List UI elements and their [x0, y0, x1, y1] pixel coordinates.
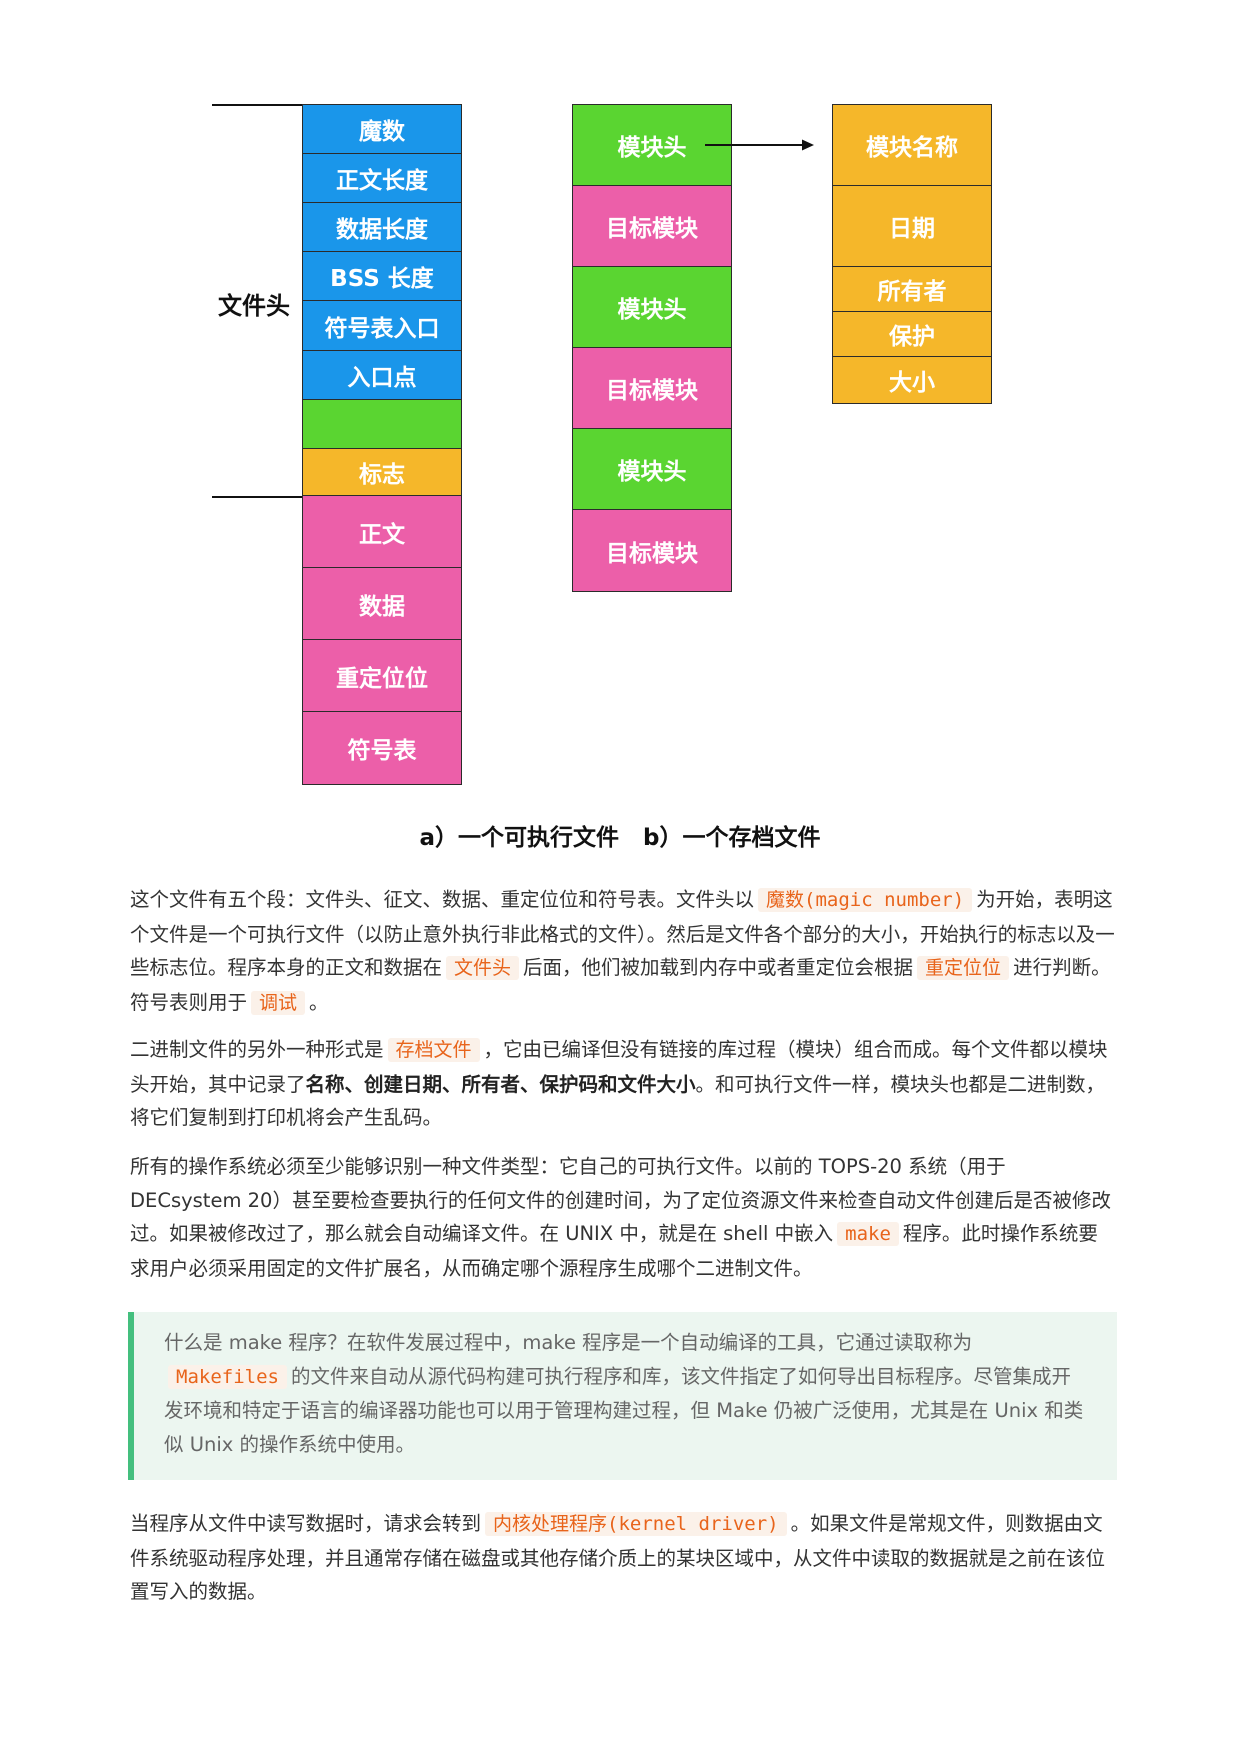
- inline-code-archive-file: 存档文件: [387, 1038, 480, 1062]
- inline-code-debug: 调试: [251, 990, 306, 1015]
- archive-object-module: 目标模块: [572, 347, 732, 429]
- figure-caption: a）一个可执行文件 b）一个存档文件: [419, 825, 821, 851]
- module-header-protection: 保护: [832, 311, 992, 357]
- archive-module-header: 模块头: [572, 428, 732, 510]
- exe-cell-text: 正文: [302, 495, 462, 568]
- p1-text-1: 这个文件有五个段：文件头、征文、数据、重定位位和符号表。文件头以: [130, 888, 755, 911]
- archive-module-header: 模块头: [572, 266, 732, 348]
- exe-cell-text-size: 正文长度: [302, 153, 462, 203]
- note-text: 什么是 make 程序？在软件发展过程中，make 程序是一个自动编译的工具，它…: [164, 1326, 1089, 1461]
- note-text-1: 什么是 make 程序？在软件发展过程中，make 程序是一个自动编译的工具，它…: [164, 1331, 973, 1354]
- exe-cell-entry-point: 入口点: [302, 350, 462, 400]
- note-text-2: 的文件来自动从源代码构建可执行程序和库，该文件指定了如何导出目标程序。尽管集成开…: [164, 1364, 1084, 1456]
- exe-cell-blank: [302, 399, 462, 449]
- p4-text-1: 当程序从文件中读写数据时，请求会转到: [130, 1512, 482, 1535]
- module-header-size: 大小: [832, 356, 992, 404]
- inline-code-relocation-bits: 重定位位: [917, 956, 1010, 980]
- paragraph-archive-file: 二进制文件的另外一种形式是 存档文件 ，它由已编译但没有链接的库过程（模块）组合而成…: [130, 1033, 1115, 1135]
- module-header-name: 模块名称: [832, 104, 992, 186]
- exe-cell-data: 数据: [302, 567, 462, 640]
- module-header-owner: 所有者: [832, 266, 992, 312]
- paragraph-kernel-driver: 当程序从文件中读写数据时，请求会转到 内核处理程序(kernel driver)。…: [130, 1507, 1115, 1609]
- header-bottom-line: [212, 496, 304, 498]
- exe-cell-data-size: 数据长度: [302, 202, 462, 252]
- exe-cell-bss-size: BSS 长度: [302, 251, 462, 301]
- p1-text-5: 。: [309, 990, 329, 1014]
- paragraph-executable-file: 这个文件有五个段：文件头、征文、数据、重定位位和符号表。文件头以 魔数(magic…: [130, 883, 1115, 1020]
- header-top-line: [212, 104, 304, 106]
- exe-cell-symtab-entry: 符号表入口: [302, 300, 462, 351]
- make-note-callout: 什么是 make 程序？在软件发展过程中，make 程序是一个自动编译的工具，它…: [128, 1312, 1117, 1480]
- exe-cell-magic: 魔数: [302, 104, 462, 154]
- inline-code-file-header: 文件头: [446, 956, 520, 980]
- inline-code-kernel-driver: 内核处理程序(kernel driver): [485, 1512, 787, 1536]
- p2-text-1: 二进制文件的另外一种形式是: [130, 1038, 384, 1061]
- module-header-date: 日期: [832, 185, 992, 267]
- paragraph-file-types: 所有的操作系统必须至少能够识别一种文件类型：它自己的可执行文件。以前的 TOPS…: [130, 1150, 1115, 1285]
- archive-object-module: 目标模块: [572, 185, 732, 267]
- file-header-label: 文件头: [218, 292, 290, 320]
- arrow-icon: [705, 139, 814, 151]
- archive-object-module: 目标模块: [572, 509, 732, 592]
- p2-bold-fields: 名称、创建日期、所有者、保护码和文件大小: [305, 1072, 696, 1096]
- p1-text-3: 后面，他们被加载到内存中或者重定位会根据: [523, 956, 914, 979]
- inline-code-makefiles: Makefiles: [168, 1364, 287, 1389]
- exe-cell-relocation: 重定位位: [302, 639, 462, 712]
- inline-code-make: make: [837, 1222, 899, 1246]
- inline-code-magic-number: 魔数(magic number): [758, 888, 973, 912]
- exe-cell-symtab: 符号表: [302, 711, 462, 785]
- exe-cell-flags: 标志: [302, 448, 462, 496]
